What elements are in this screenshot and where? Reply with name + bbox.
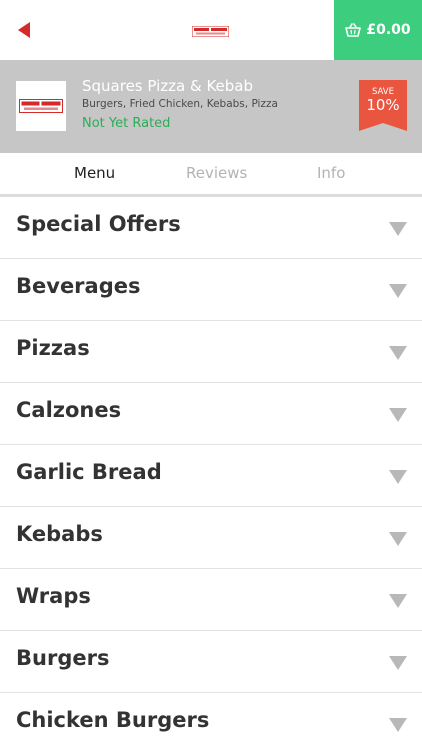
- tab-reviews[interactable]: Reviews: [186, 164, 247, 182]
- chevron-down-icon: [389, 222, 407, 236]
- menu-category-burgers[interactable]: Burgers: [0, 631, 422, 693]
- restaurant-header: Squares Pizza & Kebab Burgers, Fried Chi…: [0, 60, 422, 153]
- chevron-down-icon: [389, 594, 407, 608]
- top-bar: £0.00: [0, 0, 422, 60]
- chevron-down-icon: [389, 284, 407, 298]
- chevron-down-icon: [389, 408, 407, 422]
- menu-category-label: Wraps: [16, 584, 91, 608]
- menu-category-label: Garlic Bread: [16, 460, 162, 484]
- restaurant-logo: [192, 26, 229, 37]
- menu-category-label: Burgers: [16, 646, 110, 670]
- chevron-down-icon: [389, 470, 407, 484]
- chevron-down-icon: [389, 656, 407, 670]
- menu-category-chicken-burgers[interactable]: Chicken Burgers: [0, 693, 422, 750]
- menu-category-calzones[interactable]: Calzones: [0, 383, 422, 445]
- basket-button[interactable]: £0.00: [334, 0, 422, 60]
- back-arrow-icon: [18, 22, 30, 38]
- menu-category-special-offers[interactable]: Special Offers: [0, 197, 422, 259]
- save-offer-badge: SAVE 10%: [359, 80, 407, 131]
- save-offer-value: 10%: [366, 96, 400, 114]
- menu-category-label: Pizzas: [16, 336, 90, 360]
- menu-category-beverages[interactable]: Beverages: [0, 259, 422, 321]
- menu-category-garlic-bread[interactable]: Garlic Bread: [0, 445, 422, 507]
- menu-category-list: Special Offers Beverages Pizzas Calzones…: [0, 197, 422, 750]
- restaurant-name: Squares Pizza & Kebab: [82, 77, 253, 95]
- chevron-down-icon: [389, 718, 407, 732]
- chevron-down-icon: [389, 346, 407, 360]
- tab-info[interactable]: Info: [317, 164, 345, 182]
- back-button[interactable]: [10, 15, 38, 45]
- restaurant-cuisine: Burgers, Fried Chicken, Kebabs, Pizza: [82, 98, 278, 110]
- basket-icon: [345, 23, 362, 37]
- menu-category-label: Special Offers: [16, 212, 181, 236]
- menu-category-kebabs[interactable]: Kebabs: [0, 507, 422, 569]
- menu-category-label: Chicken Burgers: [16, 708, 210, 732]
- tab-menu[interactable]: Menu: [74, 164, 115, 182]
- menu-category-label: Beverages: [16, 274, 141, 298]
- menu-category-label: Kebabs: [16, 522, 103, 546]
- basket-total: £0.00: [366, 22, 411, 38]
- menu-category-wraps[interactable]: Wraps: [0, 569, 422, 631]
- menu-category-pizzas[interactable]: Pizzas: [0, 321, 422, 383]
- chevron-down-icon: [389, 532, 407, 546]
- restaurant-logo-thumbnail: [16, 81, 66, 131]
- restaurant-logo-image: [19, 99, 63, 113]
- restaurant-rating: Not Yet Rated: [82, 116, 171, 131]
- menu-category-label: Calzones: [16, 398, 122, 422]
- tab-bar: Menu Reviews Info: [0, 153, 422, 197]
